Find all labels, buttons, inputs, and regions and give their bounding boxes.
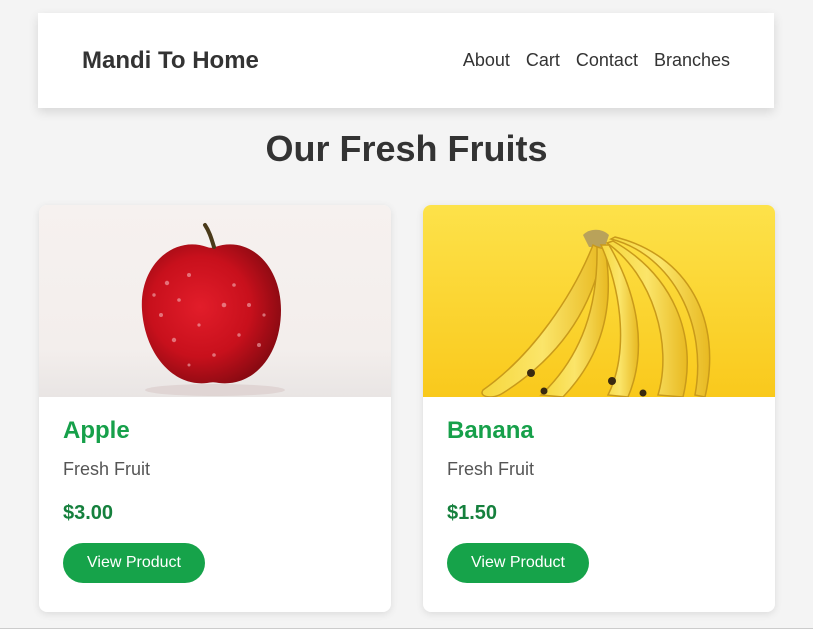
product-price: $1.50 xyxy=(447,502,498,524)
banana-image xyxy=(423,205,775,397)
product-price: $3.00 xyxy=(63,502,114,524)
nav-link-branches[interactable]: Branches xyxy=(654,50,730,71)
nav-link-about[interactable]: About xyxy=(463,50,510,71)
page-title: Our Fresh Fruits xyxy=(265,128,548,169)
view-product-button[interactable]: View Product xyxy=(447,543,589,583)
brand-logo[interactable]: Mandi To Home xyxy=(82,47,259,75)
apple-image xyxy=(39,205,391,397)
nav-link-cart[interactable]: Cart xyxy=(526,50,560,71)
product-card-banana: Banana Fresh Fruit $1.50 View Product xyxy=(423,205,775,612)
product-card-apple: Apple Fresh Fruit $3.00 View Product xyxy=(39,205,391,612)
main-nav: About Cart Contact Branches xyxy=(463,50,730,71)
site-header: Mandi To Home About Cart Contact Branche… xyxy=(38,13,774,108)
product-description: Fresh Fruit xyxy=(447,459,535,479)
product-name: Banana xyxy=(447,417,534,444)
view-product-button[interactable]: View Product xyxy=(63,543,205,583)
nav-link-contact[interactable]: Contact xyxy=(576,50,638,71)
product-name: Apple xyxy=(63,417,130,444)
product-description: Fresh Fruit xyxy=(63,459,151,479)
